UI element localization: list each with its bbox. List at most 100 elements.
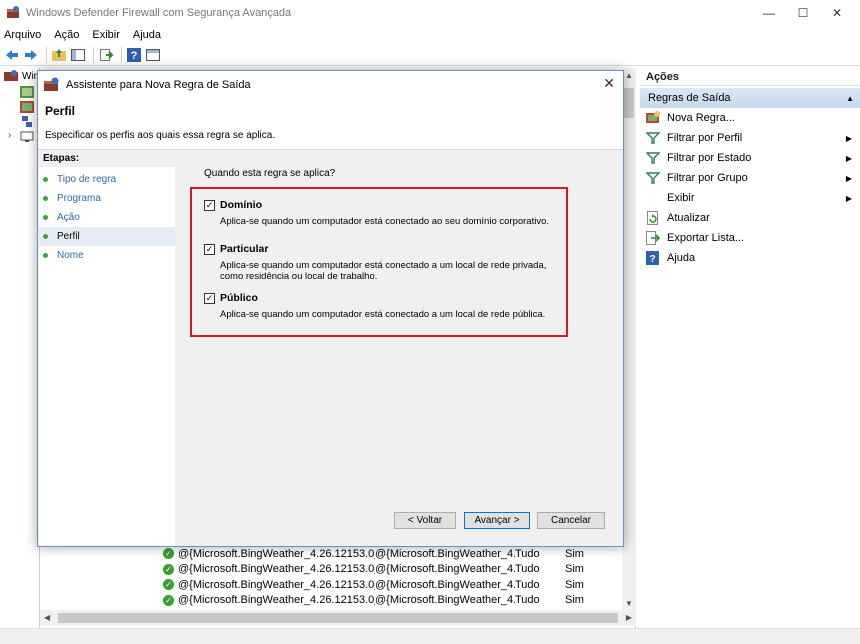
enabled-check-icon: ✓ (163, 594, 174, 606)
connection-security-icon[interactable] (20, 116, 34, 128)
action-export-list[interactable]: Exportar Lista... (640, 228, 860, 248)
public-checkbox[interactable]: ✓ (204, 293, 215, 304)
wizard-steps: Etapas: Tipo de regra Programa Ação Perf… (39, 150, 175, 546)
public-label[interactable]: Público (220, 292, 258, 304)
step-acao[interactable]: Ação (39, 208, 175, 227)
scroll-up-icon[interactable]: ▲ (622, 68, 636, 82)
table-row[interactable]: ✓ @{Microsoft.BingWeather_4.26.12153.0_x… (163, 577, 623, 593)
profile-options-highlight: ✓ Domínio Aplica-se quando um computador… (190, 187, 568, 337)
next-button[interactable]: Avançar > (464, 512, 530, 529)
action-new-rule[interactable]: Nova Regra... (640, 108, 860, 128)
step-dot-icon (43, 234, 48, 239)
up-folder-icon[interactable] (51, 47, 67, 63)
steps-header: Etapas: (39, 150, 175, 167)
expand-chevron-icon[interactable]: › (8, 130, 11, 141)
back-arrow-icon[interactable] (4, 47, 20, 63)
domain-label[interactable]: Domínio (220, 199, 262, 211)
list-horizontal-scrollbar[interactable]: ◀ ▶ (40, 610, 636, 626)
enabled-check-icon: ✓ (163, 563, 174, 575)
toolbar: ? (0, 44, 860, 66)
firewall-root-icon[interactable] (4, 70, 18, 82)
enabled-check-icon: ✓ (163, 579, 174, 591)
step-dot-icon (43, 215, 48, 220)
export-toolbar-icon[interactable] (98, 47, 114, 63)
scroll-right-icon[interactable]: ▶ (626, 613, 632, 622)
table-row[interactable]: ✓ @{Microsoft.BingWeather_4.26.12153.0_x… (163, 562, 623, 578)
profile-question: Quando esta regra se aplica? (204, 168, 336, 179)
submenu-arrow-icon: ▶ (845, 133, 852, 143)
submenu-arrow-icon: ▶ (845, 193, 852, 203)
refresh-icon (646, 211, 660, 225)
menu-arquivo[interactable]: Arquivo (4, 29, 41, 41)
show-pane-icon[interactable] (70, 47, 86, 63)
forward-arrow-icon[interactable] (23, 47, 39, 63)
firewall-app-icon (7, 6, 19, 18)
table-row[interactable]: ✓ @{Microsoft.BingWeather_4.26.12153.0_x… (163, 593, 623, 609)
status-bar (0, 628, 860, 644)
properties-toolbar-icon[interactable] (145, 47, 161, 63)
minimize-button[interactable]: — (752, 0, 786, 26)
domain-checkbox[interactable]: ✓ (204, 200, 215, 211)
step-dot-icon (43, 177, 48, 182)
scroll-down-icon[interactable]: ▼ (622, 596, 636, 610)
back-button[interactable]: < Voltar (394, 512, 456, 529)
private-checkbox[interactable]: ✓ (204, 244, 215, 255)
navigation-tree: Win › (0, 68, 40, 628)
action-filter-profile[interactable]: Filtrar por Perfil ▶ (640, 128, 860, 148)
actions-pane: Ações Regras de Saída ▲ Nova Regra... Fi… (640, 68, 860, 628)
menu-ajuda[interactable]: Ajuda (133, 29, 161, 41)
submenu-arrow-icon: ▶ (845, 153, 852, 163)
step-tipo-de-regra[interactable]: Tipo de regra (39, 170, 175, 189)
svg-text:?: ? (131, 50, 138, 62)
action-filter-state[interactable]: Filtrar por Estado ▶ (640, 148, 860, 168)
menu-exibir[interactable]: Exibir (92, 29, 120, 41)
monitoring-icon[interactable] (20, 131, 34, 143)
list-vertical-scrollbar[interactable]: ▲ ▼ (622, 68, 636, 610)
inbound-rules-icon[interactable] (20, 86, 34, 98)
menu-acao[interactable]: Ação (54, 29, 79, 41)
outbound-rules-icon[interactable] (20, 101, 34, 113)
collapse-arrow-icon[interactable]: ▲ (846, 94, 854, 103)
private-label[interactable]: Particular (220, 243, 268, 255)
filter-icon (646, 131, 660, 145)
page-title: Perfil (45, 104, 76, 118)
actions-header: Ações (640, 68, 860, 86)
menu-bar: Arquivo Ação Exibir Ajuda (0, 26, 860, 44)
filter-icon (646, 171, 660, 185)
window-titlebar: Windows Defender Firewall com Segurança … (0, 0, 860, 26)
dialog-title: Assistente para Nova Regra de Saída (66, 78, 251, 91)
step-programa[interactable]: Programa (39, 189, 175, 208)
close-window-button[interactable]: ✕ (820, 0, 854, 26)
wizard-content: Quando esta regra se aplica? ✓ Domínio A… (176, 150, 623, 546)
hscroll-thumb[interactable] (58, 613, 618, 623)
svg-text:?: ? (649, 254, 655, 265)
action-filter-group[interactable]: Filtrar por Grupo ▶ (640, 168, 860, 188)
step-dot-icon (43, 253, 48, 258)
step-nome[interactable]: Nome (39, 246, 175, 265)
actions-section-outbound[interactable]: Regras de Saída ▲ (640, 88, 860, 108)
step-perfil[interactable]: Perfil (39, 227, 175, 246)
cancel-button[interactable]: Cancelar (537, 512, 605, 529)
toolbar-separator (93, 46, 94, 63)
dialog-titlebar: Assistente para Nova Regra de Saída ✕ (38, 71, 623, 98)
enabled-check-icon: ✓ (163, 548, 174, 560)
action-refresh[interactable]: Atualizar (640, 208, 860, 228)
action-view[interactable]: Exibir ▶ (640, 188, 860, 208)
table-row[interactable]: ✓ @{Microsoft.BingWeather_4.26.12153.0_x… (163, 546, 623, 562)
page-subtitle: Especificar os perfis aos quais essa reg… (45, 130, 276, 141)
dialog-header: Perfil Especificar os perfis aos quais e… (38, 98, 623, 150)
action-help[interactable]: ? Ajuda (640, 248, 860, 268)
help-icon: ? (646, 251, 660, 265)
toolbar-separator (46, 46, 47, 63)
help-toolbar-icon[interactable]: ? (126, 47, 142, 63)
public-description: Aplica-se quando um computador está cone… (220, 309, 546, 320)
wizard-firewall-icon (44, 77, 59, 91)
new-outbound-rule-wizard: Assistente para Nova Regra de Saída ✕ Pe… (37, 70, 624, 547)
domain-description: Aplica-se quando um computador está cone… (220, 216, 550, 227)
rules-rows: ✓ @{Microsoft.BingWeather_4.26.12153.0_x… (163, 546, 623, 608)
step-dot-icon (43, 196, 48, 201)
scroll-left-icon[interactable]: ◀ (44, 613, 50, 622)
maximize-button[interactable]: ☐ (786, 0, 820, 26)
dialog-close-icon[interactable]: ✕ (603, 75, 615, 92)
scroll-thumb[interactable] (624, 88, 634, 118)
